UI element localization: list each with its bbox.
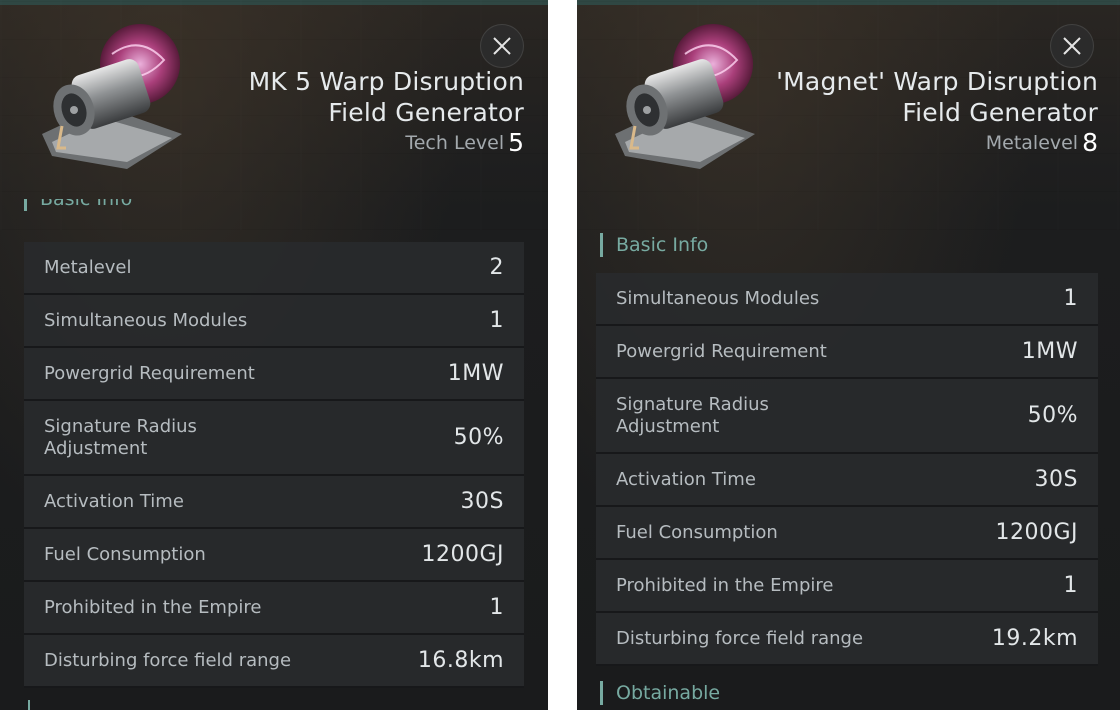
stat-label: Activation Time bbox=[44, 490, 184, 512]
stat-value: 1MW bbox=[1021, 339, 1078, 364]
stat-label-line2: Adjustment bbox=[44, 437, 148, 459]
stats-list: Simultaneous Modules 1 Powergrid Require… bbox=[596, 273, 1098, 666]
close-icon bbox=[1063, 37, 1081, 55]
stat-row-simultaneous-modules: Simultaneous Modules 1 bbox=[24, 295, 524, 348]
stat-row-fuel-consumption: Fuel Consumption 1200GJ bbox=[596, 507, 1098, 560]
stat-row-metalevel: Metalevel 2 bbox=[24, 242, 524, 295]
stat-value: 1 bbox=[489, 595, 504, 620]
level-label: Tech Level bbox=[405, 132, 505, 154]
stat-value: 16.8km bbox=[417, 648, 504, 673]
stat-label: Signature Radius Adjustment bbox=[44, 416, 197, 460]
level-label: Metalevel bbox=[985, 132, 1079, 154]
stat-label-line1: Signature Radius bbox=[44, 415, 197, 437]
stat-value: 1 bbox=[1063, 573, 1078, 598]
stat-row-disturbing-force-field-range: Disturbing force field range 16.8km bbox=[24, 635, 524, 688]
item-title-line1: MK 5 Warp Disruption bbox=[248, 67, 524, 96]
level-value: 5 bbox=[508, 128, 524, 157]
stat-label: Simultaneous Modules bbox=[44, 309, 248, 331]
stat-row-signature-radius: Signature Radius Adjustment 50% bbox=[24, 401, 524, 476]
item-title-line2: Field Generator bbox=[902, 98, 1098, 127]
stat-row-signature-radius: Signature Radius Adjustment 50% bbox=[596, 379, 1098, 454]
stat-label: Disturbing force field range bbox=[616, 627, 864, 649]
stat-label: Powergrid Requirement bbox=[44, 362, 255, 384]
stat-row-prohibited-in-empire: Prohibited in the Empire 1 bbox=[596, 560, 1098, 613]
section-marker bbox=[28, 700, 30, 710]
level-value: 8 bbox=[1082, 128, 1098, 157]
stat-value: 1MW bbox=[447, 361, 504, 386]
stat-value: 19.2km bbox=[991, 626, 1078, 651]
item-level: Metalevel 8 bbox=[758, 128, 1098, 158]
section-label: Basic Info bbox=[616, 234, 709, 256]
stat-label-line2: Adjustment bbox=[616, 415, 720, 437]
stat-label: Prohibited in the Empire bbox=[44, 596, 262, 618]
stat-value: 1 bbox=[489, 308, 504, 333]
stat-label: Fuel Consumption bbox=[616, 521, 778, 543]
item-header: MK 5 Warp Disruption Field Generator Tec… bbox=[194, 66, 524, 158]
stat-label: Disturbing force field range bbox=[44, 649, 292, 671]
stat-label: Activation Time bbox=[616, 468, 756, 490]
stat-value: 30S bbox=[460, 489, 504, 514]
section-header-basic-info: Basic Info bbox=[600, 233, 708, 257]
item-info-panel-right: 'Magnet' Warp Disruption Field Generator… bbox=[577, 0, 1120, 710]
item-header: 'Magnet' Warp Disruption Field Generator… bbox=[758, 66, 1098, 158]
section-label: Basic Info bbox=[40, 199, 133, 210]
stat-label: Simultaneous Modules bbox=[616, 287, 820, 309]
stat-label: Prohibited in the Empire bbox=[616, 574, 834, 596]
stat-label: Powergrid Requirement bbox=[616, 340, 827, 362]
stat-row-disturbing-force-field-range: Disturbing force field range 19.2km bbox=[596, 613, 1098, 666]
item-title-line1: 'Magnet' Warp Disruption bbox=[776, 67, 1098, 96]
close-icon bbox=[493, 37, 511, 55]
stat-row-fuel-consumption: Fuel Consumption 1200GJ bbox=[24, 529, 524, 582]
section-header-obtainable: Obtainable bbox=[600, 681, 720, 705]
stat-label: Fuel Consumption bbox=[44, 543, 206, 565]
close-button[interactable] bbox=[480, 24, 524, 68]
stat-row-powergrid-requirement: Powergrid Requirement 1MW bbox=[24, 348, 524, 401]
stats-list: Metalevel 2 Simultaneous Modules 1 Power… bbox=[24, 242, 524, 688]
stat-value: 30S bbox=[1034, 467, 1078, 492]
stat-row-activation-time: Activation Time 30S bbox=[24, 476, 524, 529]
stat-value: 50% bbox=[453, 425, 504, 450]
section-label: Obtainable bbox=[616, 682, 721, 704]
stat-value: 50% bbox=[1027, 403, 1078, 428]
stat-row-simultaneous-modules: Simultaneous Modules 1 bbox=[596, 273, 1098, 326]
close-button[interactable] bbox=[1050, 24, 1094, 68]
item-title-line2: Field Generator bbox=[328, 98, 524, 127]
warp-disruption-field-generator-icon bbox=[42, 24, 182, 169]
stat-label: Signature Radius Adjustment bbox=[616, 394, 769, 438]
item-info-panel-left: MK 5 Warp Disruption Field Generator Tec… bbox=[0, 0, 548, 710]
stat-label: Metalevel bbox=[44, 256, 132, 278]
stat-label-line1: Signature Radius bbox=[616, 393, 769, 415]
stat-row-powergrid-requirement: Powergrid Requirement 1MW bbox=[596, 326, 1098, 379]
item-level: Tech Level 5 bbox=[194, 128, 524, 158]
stat-value: 2 bbox=[489, 255, 504, 280]
stat-row-prohibited-in-empire: Prohibited in the Empire 1 bbox=[24, 582, 524, 635]
stat-value: 1 bbox=[1063, 286, 1078, 311]
stat-value: 1200GJ bbox=[421, 542, 504, 567]
warp-disruption-field-generator-icon bbox=[615, 24, 755, 169]
stat-value: 1200GJ bbox=[995, 520, 1078, 545]
stat-row-activation-time: Activation Time 30S bbox=[596, 454, 1098, 507]
section-header-basic-info: Basic Info bbox=[24, 199, 132, 223]
